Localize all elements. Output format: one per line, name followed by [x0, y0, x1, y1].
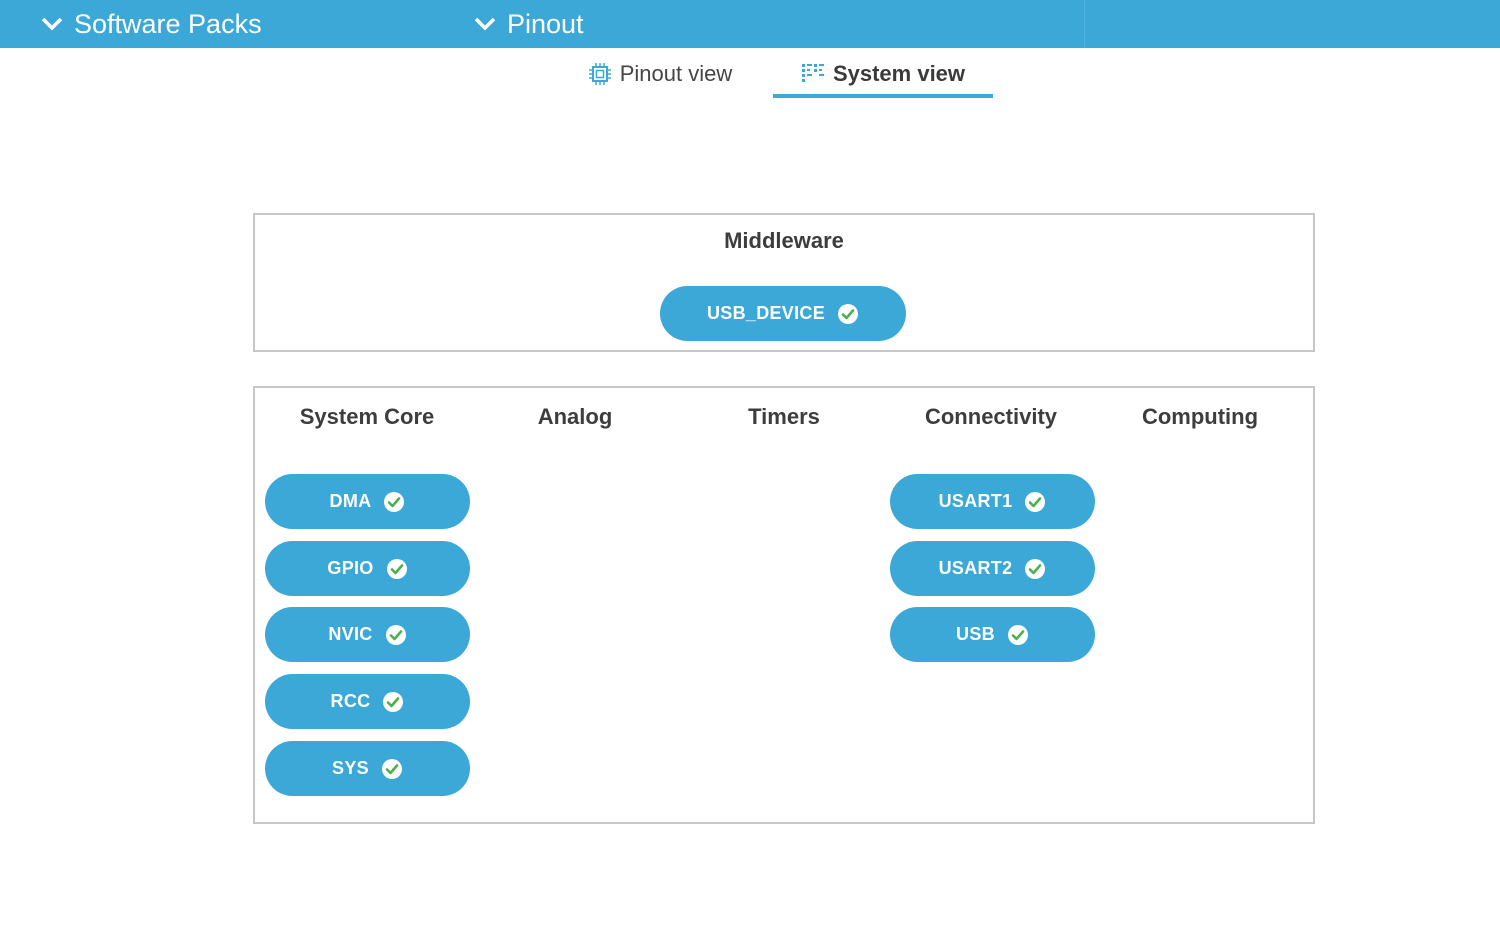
middleware-title: Middleware: [724, 228, 844, 253]
top-menu-bar: Software Packs Pinout: [0, 0, 1500, 48]
column-title-system-core[interactable]: System Core: [262, 404, 472, 430]
check-circle-icon: [383, 691, 404, 712]
topbar-divider: [1084, 0, 1085, 48]
gpio-button[interactable]: GPIO: [265, 541, 470, 596]
pill-label: USART2: [938, 558, 1013, 578]
pill-label: NVIC: [328, 624, 373, 644]
check-circle-icon: [384, 491, 405, 512]
check-circle-icon: [386, 558, 407, 579]
sys-button[interactable]: SYS: [265, 741, 470, 796]
usb-button[interactable]: USB: [890, 607, 1095, 662]
tab-label: Pinout view: [619, 61, 733, 86]
column-title-connectivity[interactable]: Connectivity: [886, 404, 1096, 430]
usart1-button[interactable]: USART1: [890, 474, 1095, 529]
chip-icon: [588, 63, 611, 85]
check-circle-icon: [1007, 624, 1028, 645]
pill-label: GPIO: [327, 558, 374, 578]
dma-button[interactable]: DMA: [265, 474, 470, 529]
pill-label: USB: [956, 624, 995, 644]
pill-label: USB_DEVICE: [706, 303, 826, 323]
pinout-menu[interactable]: Pinout: [473, 0, 584, 48]
software-packs-menu[interactable]: Software Packs: [40, 0, 262, 48]
pill-label: DMA: [329, 491, 372, 511]
check-circle-icon: [1025, 558, 1046, 579]
pill-label: USART1: [938, 491, 1013, 511]
pinout-label: Pinout: [507, 8, 584, 39]
software-packs-label: Software Packs: [74, 8, 262, 39]
rcc-button[interactable]: RCC: [265, 674, 470, 729]
chevron-down-icon: [41, 17, 63, 31]
pill-label: SYS: [332, 758, 369, 778]
check-circle-icon: [385, 624, 406, 645]
column-title-computing[interactable]: Computing: [1095, 404, 1305, 430]
check-circle-icon: [838, 303, 859, 324]
usb-device-button[interactable]: USB_DEVICE: [660, 286, 906, 341]
tab-pinout-view[interactable]: Pinout view: [585, 54, 735, 94]
system-view-icon: [801, 64, 824, 82]
column-title-analog[interactable]: Analog: [470, 404, 680, 430]
chevron-down-icon: [474, 17, 496, 31]
check-circle-icon: [381, 758, 402, 779]
tab-system-view[interactable]: System view: [773, 54, 993, 98]
usart2-button[interactable]: USART2: [890, 541, 1095, 596]
check-circle-icon: [1025, 491, 1046, 512]
column-title-timers[interactable]: Timers: [679, 404, 889, 430]
nvic-button[interactable]: NVIC: [265, 607, 470, 662]
tab-label: System view: [832, 61, 966, 86]
pill-label: RCC: [330, 691, 371, 711]
view-tabs: Pinout view System view: [0, 54, 1500, 98]
